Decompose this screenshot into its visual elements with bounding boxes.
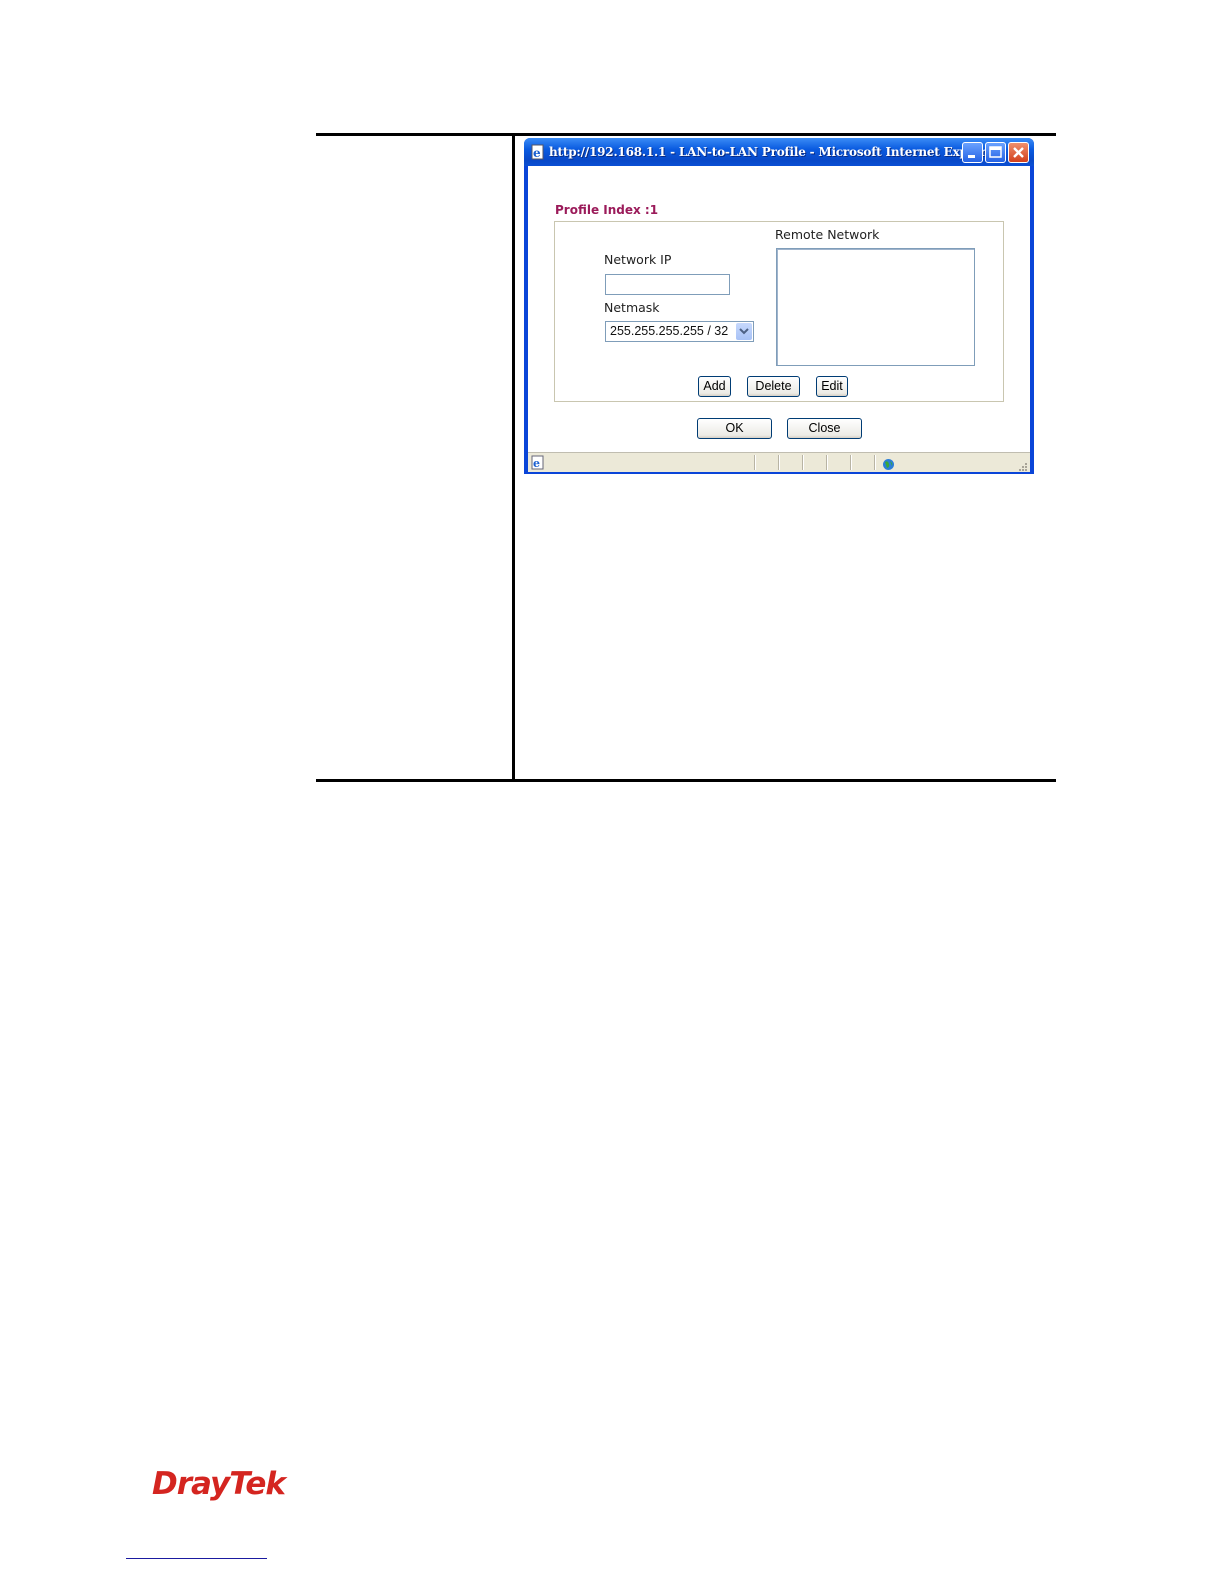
status-bar: e (528, 452, 1030, 472)
dialog-content: Profile Index :1 Network IP Netmask 255.… (528, 166, 1030, 452)
profile-index-label: Profile Index :1 (555, 203, 659, 217)
minimize-icon (968, 155, 975, 158)
remote-network-listbox[interactable] (776, 248, 975, 366)
ok-button[interactable]: OK (697, 418, 772, 439)
status-divider (826, 455, 827, 470)
delete-button[interactable]: Delete (747, 376, 800, 397)
netmask-label: Netmask (604, 300, 660, 315)
ie-page-icon: e (530, 144, 546, 160)
status-divider (802, 455, 803, 470)
network-ip-input[interactable] (605, 274, 730, 295)
window-titlebar[interactable]: e http://192.168.1.1 - LAN-to-LAN Profil… (524, 138, 1034, 166)
network-ip-label: Network IP (604, 252, 672, 267)
netmask-select[interactable]: 255.255.255.255 / 32 (605, 321, 754, 342)
table-bottom-rule (316, 779, 1056, 782)
ie-popup-window: e http://192.168.1.1 - LAN-to-LAN Profil… (524, 138, 1034, 474)
maximize-button[interactable] (985, 142, 1006, 163)
draytek-logo: DrayTek (152, 1466, 286, 1502)
footer-divider (126, 1558, 267, 1559)
logo-dray: Dray (152, 1466, 230, 1502)
close-button[interactable]: Close (787, 418, 862, 439)
table-top-rule (316, 133, 1056, 136)
add-button[interactable]: Add (698, 376, 731, 397)
minimize-button[interactable] (962, 142, 983, 163)
close-window-button[interactable] (1008, 142, 1029, 163)
resize-grip-icon[interactable] (1016, 459, 1028, 478)
remote-network-label: Remote Network (775, 227, 880, 242)
internet-zone-icon (882, 456, 895, 475)
maximize-icon (989, 146, 1002, 158)
table-column-divider (512, 133, 515, 782)
ie-status-icon: e (531, 455, 545, 474)
status-divider (850, 455, 851, 470)
window-title: http://192.168.1.1 - LAN-to-LAN Profile … (549, 145, 1000, 159)
close-icon (1013, 147, 1024, 158)
svg-text:e: e (533, 457, 540, 470)
edit-button[interactable]: Edit (816, 376, 848, 397)
status-divider (778, 455, 779, 470)
chevron-down-icon[interactable] (736, 323, 752, 340)
netmask-selected-value: 255.255.255.255 / 32 (610, 324, 729, 338)
status-divider (874, 455, 875, 470)
svg-text:e: e (533, 146, 541, 160)
status-divider (754, 455, 755, 470)
logo-tek: Tek (229, 1466, 286, 1502)
